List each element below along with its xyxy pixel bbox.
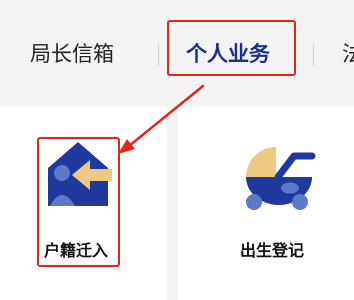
annotation-arrow [118,84,205,154]
